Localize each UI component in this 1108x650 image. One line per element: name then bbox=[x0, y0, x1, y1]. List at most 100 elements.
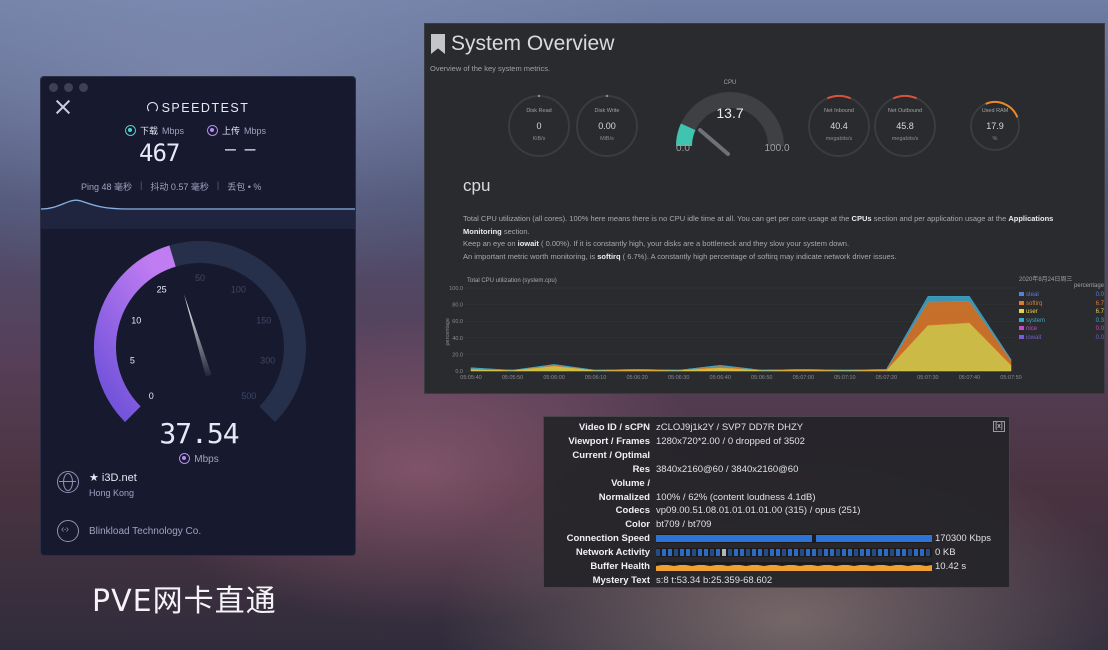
link-icon bbox=[57, 520, 79, 542]
legend-item[interactable]: user 6.7 bbox=[1019, 309, 1104, 318]
cpu-utilization-chart[interactable]: Total CPU utilization (system.cpu) percen… bbox=[445, 274, 1105, 389]
upload-value: – – bbox=[225, 139, 256, 160]
legend-item[interactable]: system 0.3 bbox=[1019, 317, 1104, 327]
stats-label: Current / Optimal bbox=[572, 449, 650, 461]
legend-value: 0.0 bbox=[1095, 326, 1104, 332]
gauge-unit: megabits/s bbox=[892, 136, 919, 142]
stats-value: 0 KB bbox=[935, 547, 956, 559]
stats-label: Codecs bbox=[615, 505, 650, 517]
stats-label: Viewport / Frames bbox=[568, 435, 650, 447]
gauge-unit: MiB/s bbox=[600, 136, 614, 142]
gauge-max: 100.0 bbox=[764, 143, 789, 154]
isp-name: Blinkload Technology Co. bbox=[89, 525, 202, 537]
gauge-min: 0.0 bbox=[676, 143, 690, 154]
legend-name: iowait bbox=[1026, 334, 1042, 341]
jitter-metric: 抖动 0.57 毫秒 bbox=[150, 182, 209, 192]
stats-value: vp09.00.51.08.01.01.01.01.00 (315) / opu… bbox=[656, 505, 861, 517]
page-title: System Overview bbox=[431, 32, 614, 56]
stats-value: s:8 t:53.34 b:25.359-68.602 bbox=[656, 574, 773, 586]
stats-value: zCLOJ9j1k2Y / SVP7 DD7R DHZY bbox=[656, 422, 804, 433]
legend-swatch bbox=[1019, 317, 1024, 322]
legend-value: 6.7 bbox=[1095, 309, 1104, 315]
x-tick-label: 05:06:20 bbox=[626, 375, 647, 381]
speedtest-window: SPEEDTEST 下载 Mbps 467 上传 Mbps – – Ping 4… bbox=[40, 76, 356, 556]
gauge-tick-label: 0 bbox=[149, 391, 154, 401]
stats-value: 3840x2160@60 / 3840x2160@60 bbox=[656, 463, 799, 475]
server-location: Hong Kong bbox=[89, 488, 135, 498]
cpu-description: Total CPU utilization (all cores). 100% … bbox=[463, 214, 1054, 261]
stats-row: Current / Optimal bbox=[544, 449, 656, 462]
y-tick-label: 20.0 bbox=[452, 352, 463, 358]
speedtest-title: SPEEDTEST bbox=[161, 101, 250, 115]
legend-name: softirq bbox=[1026, 300, 1043, 307]
bookmark-icon bbox=[431, 34, 445, 54]
speed-gauge: 0 5 10 25 50 100 150 300 500 bbox=[94, 241, 306, 422]
download-label: 下载 bbox=[140, 126, 159, 136]
gauge-unit: KiB/s bbox=[533, 136, 546, 142]
window-maximize-dot[interactable] bbox=[79, 83, 88, 92]
cpu-gauge-needle bbox=[698, 128, 730, 156]
isp-info: Blinkload Technology Co. bbox=[57, 520, 201, 542]
window-close-dot[interactable] bbox=[49, 83, 58, 92]
stats-for-nerds-panel: [x] Video ID / sCPN zCLOJ9j1k2Y / SVP7 DD… bbox=[543, 416, 1010, 588]
window-controls[interactable] bbox=[49, 83, 88, 92]
stats-label: Color bbox=[625, 519, 650, 531]
legend-header: percentage bbox=[1073, 283, 1104, 289]
current-speed-unit: Mbps bbox=[41, 453, 355, 465]
softirq-term: softirq bbox=[597, 251, 621, 261]
close-button[interactable]: [x] bbox=[993, 421, 1005, 432]
gauge-value: 0.00 bbox=[598, 121, 616, 131]
stats-value: 10.42 s bbox=[935, 561, 967, 572]
gauge-label: CPU bbox=[724, 80, 737, 86]
download-value: 467 bbox=[139, 139, 180, 167]
legend-item[interactable]: iowait 0.0 bbox=[1019, 334, 1104, 344]
latency-metrics: Ping 48 毫秒 | 抖动 0.57 毫秒 | 丢包 • % bbox=[81, 180, 262, 192]
legend-swatch bbox=[1019, 300, 1024, 305]
upload-panel: 上传 Mbps – – bbox=[207, 124, 266, 160]
x-tick-label: 05:07:20 bbox=[876, 375, 897, 381]
stats-row: Buffer Health 10.42 s bbox=[544, 560, 966, 573]
system-overview-title: System Overview bbox=[451, 32, 615, 55]
gauge-label: Used RAM bbox=[982, 108, 1009, 114]
x-tick-label: 05:07:50 bbox=[1000, 375, 1021, 381]
stats-value: 170300 Kbps bbox=[935, 533, 991, 545]
gauge-unit: megabits/s bbox=[826, 136, 853, 142]
legend-value: 0.3 bbox=[1095, 317, 1104, 324]
x-tick-label: 05:06:30 bbox=[668, 375, 689, 381]
globe-icon bbox=[57, 471, 79, 493]
gauge-label: Net Inbound bbox=[824, 108, 854, 114]
chart-timestamp: 2020年8月24日周三 bbox=[1019, 277, 1073, 283]
x-tick-label: 05:06:50 bbox=[751, 375, 772, 381]
x-tick-label: 05:07:30 bbox=[917, 375, 938, 381]
legend-swatch bbox=[1019, 292, 1024, 296]
current-speed-value: 37.54 bbox=[159, 417, 239, 450]
gauge-value: 17.9 bbox=[986, 121, 1004, 131]
legend-value: 0.0 bbox=[1095, 292, 1104, 298]
gauge-tick-label: 50 bbox=[195, 273, 205, 283]
x-tick-label: 05:06:10 bbox=[585, 375, 606, 381]
packet-loss-metric: 丢包 • % bbox=[227, 182, 262, 192]
gauge-progress-arc bbox=[94, 245, 176, 422]
gauge-tick-label: 5 bbox=[130, 355, 135, 365]
legend-item[interactable]: nice 0.0 bbox=[1019, 326, 1104, 335]
gauge-label: Net Outbound bbox=[888, 108, 922, 114]
server-info[interactable]: ★ i3D.net Hong Kong bbox=[57, 471, 137, 498]
upload-label: 上传 bbox=[222, 126, 241, 136]
stats-row: Color bt709 / bt709 bbox=[544, 518, 711, 531]
cpus-link[interactable]: CPUs bbox=[852, 214, 872, 223]
y-tick-label: 40.0 bbox=[452, 336, 463, 342]
x-tick-label: 05:06:40 bbox=[710, 375, 731, 381]
legend-name: nice bbox=[1026, 326, 1038, 332]
x-tick-label: 05:07:40 bbox=[959, 375, 980, 381]
legend-item[interactable]: softirq 6.7 bbox=[1019, 300, 1104, 310]
window-minimize-dot[interactable] bbox=[64, 83, 73, 92]
stats-sparkline bbox=[656, 534, 932, 544]
current-speed-unit-label: Mbps bbox=[194, 454, 219, 465]
stats-row: Volume / bbox=[544, 477, 656, 490]
legend-item[interactable]: steal 0.0 bbox=[1019, 292, 1104, 301]
ping-metric: Ping 48 毫秒 bbox=[81, 182, 133, 192]
gauge-label: Disk Write bbox=[595, 108, 620, 114]
y-tick-label: 60.0 bbox=[452, 319, 463, 325]
stats-value: bt709 / bt709 bbox=[656, 519, 712, 531]
stats-row: Codecs vp09.00.51.08.01.01.01.01.00 (315)… bbox=[544, 504, 861, 517]
